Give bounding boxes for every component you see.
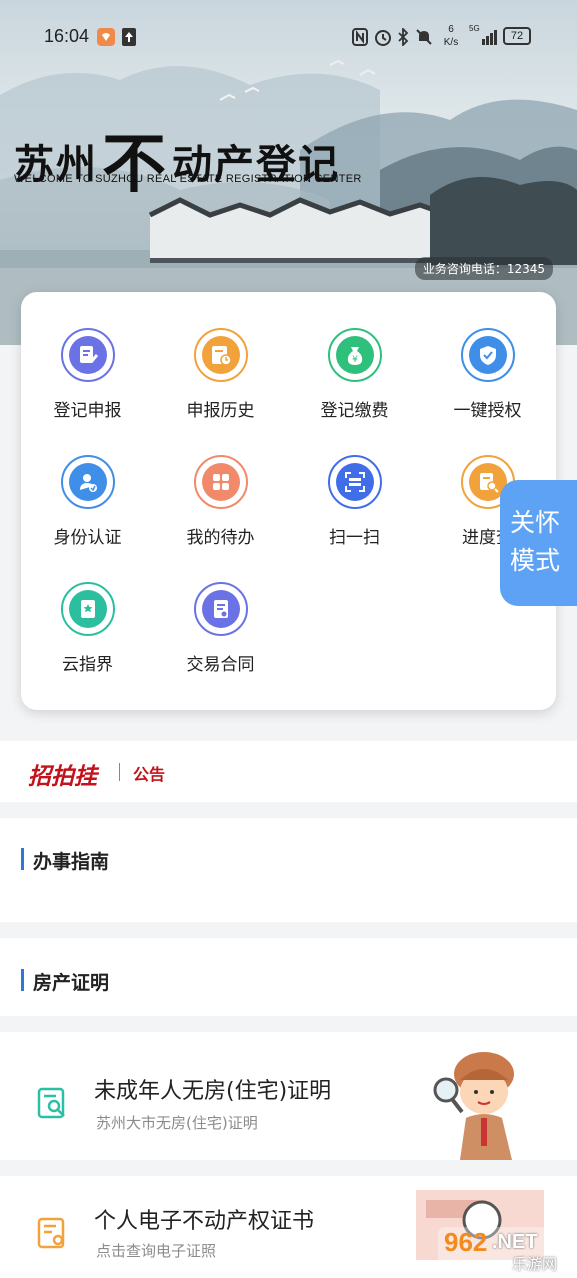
battery-level: 72 xyxy=(510,30,524,42)
grid-label: 登记申报 xyxy=(53,401,122,421)
section-title-proof: 房产证明 xyxy=(33,972,110,994)
nfc-icon xyxy=(352,28,368,46)
grid-label: 申报历史 xyxy=(186,401,255,421)
proof-section: 房产证明 xyxy=(0,938,577,1016)
grid-label: 登记缴费 xyxy=(320,401,389,421)
announcement-tag: 公告 xyxy=(133,765,166,784)
watermark-suffix: .NET xyxy=(492,1231,538,1253)
grid-item-apply-history[interactable]: 申报历史 xyxy=(154,328,287,421)
cell-signal-icon xyxy=(482,30,497,45)
service-grid-card: 登记申报 申报历史 ¥ 登记缴费 一键授权 身份认证 我的待办 扫一扫 进度查 … xyxy=(21,292,556,710)
grid-label: 云指界 xyxy=(62,655,113,675)
todo-grid-icon xyxy=(212,474,229,490)
book-star-icon xyxy=(80,600,95,618)
progress-search-icon xyxy=(479,473,499,493)
grid-item-register-fee[interactable]: ¥ 登记缴费 xyxy=(288,328,421,421)
grid-item-my-todo[interactable]: 我的待办 xyxy=(154,455,287,548)
circle xyxy=(60,328,115,382)
hotline-badge[interactable]: 业务咨询电话：12345 xyxy=(414,257,553,280)
signal-label: 5G xyxy=(469,24,480,33)
section-marker xyxy=(21,848,24,870)
grid-item-register-apply[interactable]: 登记申报 xyxy=(21,328,154,421)
grid-label: 身份认证 xyxy=(53,528,122,548)
shield-check-icon xyxy=(479,346,496,365)
net-speed-unit: K/s xyxy=(443,37,459,48)
site-watermark: 962 .NET 乐游网 xyxy=(438,1227,570,1273)
watermark-site: 乐游网 xyxy=(512,1255,558,1273)
banner-title-big-char: 不 xyxy=(102,127,168,202)
auction-logo: 招拍挂 xyxy=(28,763,97,790)
care-mode-line2: 模式 xyxy=(510,546,561,575)
doc-title: 个人电子不动产权证书 xyxy=(94,1209,315,1234)
net-speed: 6 K/s xyxy=(440,23,462,49)
contract-icon xyxy=(213,600,228,618)
section-title-guide: 办事指南 xyxy=(33,851,110,873)
announcement-strip[interactable]: 招拍挂 公告 xyxy=(0,741,577,802)
grid-item-cloud-boundary[interactable]: 云指界 xyxy=(21,582,154,675)
grid-item-identity-verify[interactable]: 身份认证 xyxy=(21,455,154,548)
care-mode-line1: 关怀 xyxy=(510,508,561,537)
doc-title: 未成年人无房(住宅)证明 xyxy=(94,1079,332,1104)
money-bag-icon: ¥ xyxy=(347,347,362,365)
edit-doc-icon xyxy=(79,346,98,363)
app-notification-icon xyxy=(97,28,115,46)
upload-icon xyxy=(122,28,136,46)
watermark-brand: 962 xyxy=(444,1227,488,1257)
battery-icon: 72 xyxy=(503,27,531,45)
grid-label: 交易合同 xyxy=(186,655,255,675)
alarm-icon xyxy=(375,30,391,46)
detective-illustration xyxy=(433,1052,514,1160)
guide-section[interactable]: 办事指南 xyxy=(0,818,577,922)
net-speed-value: 6 xyxy=(448,24,454,35)
doc-item-no-house-proof[interactable]: 未成年人无房(住宅)证明 苏州大市无房(住宅)证明 xyxy=(0,1032,577,1160)
doc-subtitle: 点击查询电子证照 xyxy=(96,1242,217,1260)
grid-label: 一键授权 xyxy=(453,401,522,421)
care-mode-button[interactable]: 关怀 模式 xyxy=(500,480,577,606)
divider xyxy=(119,763,120,781)
svg-text:¥: ¥ xyxy=(352,355,358,365)
bluetooth-icon xyxy=(398,28,409,46)
doc-subtitle: 苏州大市无房(住宅)证明 xyxy=(96,1114,258,1132)
status-bar: 16:04 6 K/s 5G 72 xyxy=(0,22,577,52)
user-verify-icon xyxy=(79,474,97,492)
grid-label: 我的待办 xyxy=(186,528,255,548)
certificate-icon xyxy=(37,1217,65,1249)
section-marker xyxy=(21,969,24,991)
scan-icon xyxy=(344,472,365,492)
banner-subtitle: WELCOME TO SUZHOU REAL ESTATE REGISTRATI… xyxy=(14,173,362,185)
grid-label: 扫一扫 xyxy=(329,528,380,548)
grid-item-one-click-auth[interactable]: 一键授权 xyxy=(421,328,554,421)
mute-icon xyxy=(416,29,432,45)
grid-item-trade-contract[interactable]: 交易合同 xyxy=(154,582,287,675)
search-doc-icon xyxy=(37,1087,65,1119)
clock: 16:04 xyxy=(44,26,90,46)
history-doc-icon xyxy=(211,346,232,366)
grid-item-scan[interactable]: 扫一扫 xyxy=(288,455,421,548)
